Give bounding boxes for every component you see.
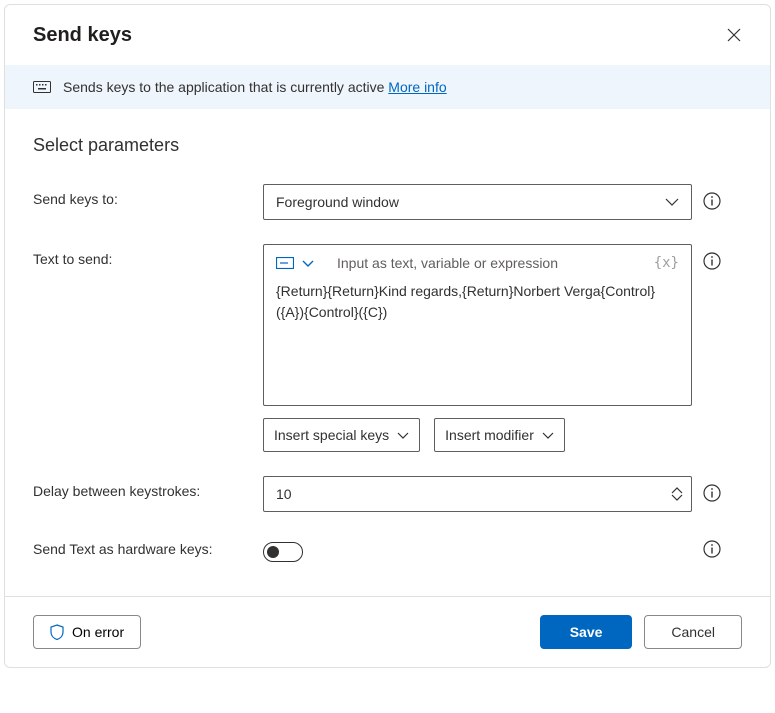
delay-input[interactable]: 10 <box>263 476 692 512</box>
info-icon-delay[interactable] <box>702 483 722 503</box>
delay-spinner[interactable] <box>671 487 683 501</box>
hardware-label: Send Text as hardware keys: <box>33 541 253 557</box>
text-to-send-wrap: Input as text, variable or expression {x… <box>263 244 692 452</box>
cancel-button[interactable]: Cancel <box>644 615 742 649</box>
info-icon-text-to-send[interactable] <box>702 251 722 271</box>
text-to-send-input[interactable]: Input as text, variable or expression {x… <box>263 244 692 406</box>
insert-toolbar: Insert special keys Insert modifier <box>263 418 692 452</box>
info-icon-hardware[interactable] <box>702 539 722 559</box>
keyboard-icon <box>33 81 51 93</box>
section-title: Select parameters <box>33 135 742 156</box>
variable-hint[interactable]: {x} <box>654 255 679 271</box>
row-send-keys-to: Send keys to: Foreground window <box>33 184 742 220</box>
close-button[interactable] <box>722 23 746 47</box>
delay-label: Delay between keystrokes: <box>33 476 253 499</box>
send-keys-to-value: Foreground window <box>276 194 399 210</box>
chevron-down-icon <box>397 432 409 439</box>
chevron-down-icon <box>671 494 683 501</box>
text-to-send-label: Text to send: <box>33 244 253 267</box>
send-keys-dialog: Send keys Sends keys to the application … <box>4 4 771 668</box>
row-hardware-keys: Send Text as hardware keys: <box>33 536 742 562</box>
info-icon-send-keys-to[interactable] <box>702 191 722 211</box>
text-field-icon <box>276 257 294 269</box>
row-text-to-send: Text to send: Input as text, variable or… <box>33 244 742 452</box>
delay-value: 10 <box>276 486 292 502</box>
text-placeholder: Input as text, variable or expression <box>322 255 558 271</box>
dialog-footer: On error Save Cancel <box>5 596 770 667</box>
dialog-body: Select parameters Send keys to: Foregrou… <box>5 109 770 596</box>
shield-icon <box>50 624 64 640</box>
info-banner: Sends keys to the application that is cu… <box>5 65 770 109</box>
insert-special-keys-dropdown[interactable]: Insert special keys <box>263 418 420 452</box>
on-error-button[interactable]: On error <box>33 615 141 649</box>
close-icon <box>727 28 741 42</box>
chevron-down-icon <box>542 432 554 439</box>
dialog-title: Send keys <box>33 24 132 47</box>
text-content: {Return}{Return}Kind regards,{Return}Nor… <box>276 281 679 323</box>
row-delay: Delay between keystrokes: 10 <box>33 476 742 512</box>
banner-text: Sends keys to the application that is cu… <box>63 79 447 95</box>
chevron-up-icon <box>671 487 683 494</box>
chevron-down-icon[interactable] <box>302 260 314 267</box>
send-keys-to-label: Send keys to: <box>33 184 253 207</box>
insert-modifier-dropdown[interactable]: Insert modifier <box>434 418 565 452</box>
send-keys-to-select[interactable]: Foreground window <box>263 184 692 220</box>
chevron-down-icon <box>665 198 679 206</box>
save-button[interactable]: Save <box>540 615 633 649</box>
text-input-header: Input as text, variable or expression {x… <box>276 255 679 271</box>
more-info-link[interactable]: More info <box>388 79 446 95</box>
hardware-toggle[interactable] <box>263 542 303 562</box>
dialog-header: Send keys <box>5 5 770 65</box>
